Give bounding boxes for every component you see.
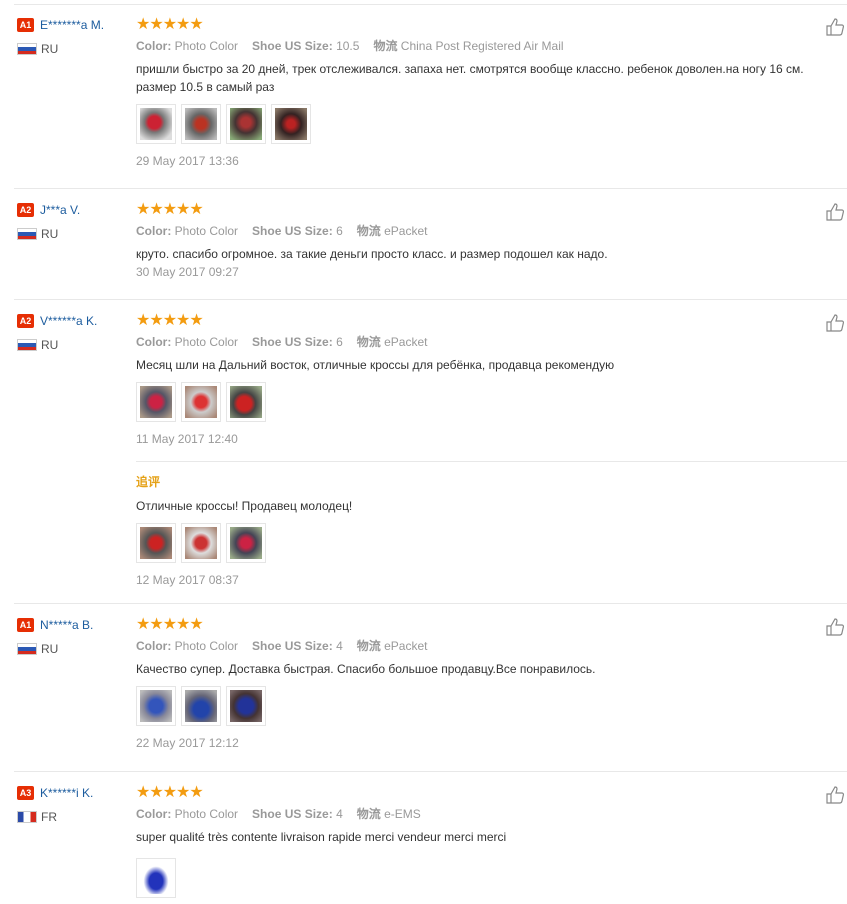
country-code: RU	[41, 641, 59, 656]
order-info: Color: Photo Color Shoe US Size: 6 物流 ePac…	[136, 335, 428, 349]
star-rating: ★★★★★	[136, 16, 204, 33]
review-text: Месяц шли на Дальний восток, отличные кр…	[136, 358, 615, 372]
like-thumb-icon[interactable]	[825, 617, 845, 637]
review-photo[interactable]	[136, 858, 176, 898]
ru-flag-icon	[17, 338, 37, 351]
append-date: 12 May 2017 08:37	[136, 573, 239, 587]
order-info: Color: Photo Color Shoe US Size: 4 物流 e-EM…	[136, 807, 421, 821]
review-photo[interactable]	[181, 382, 221, 422]
review-item: A2 J***a V. RU ★★★★★ Color: Photo Color Sh…	[0, 202, 847, 300]
ru-flag-icon	[17, 642, 37, 655]
buyer-level-badge: A1	[17, 617, 34, 632]
review-photos	[136, 104, 847, 144]
order-info: Color: Photo Color Shoe US Size: 6 物流 ePac…	[136, 224, 428, 238]
reviewer-info: A2 V******a K. RU	[17, 313, 132, 352]
review-text: super qualité très contente livraison ra…	[136, 830, 507, 844]
buyer-level-badge: A3	[17, 785, 34, 800]
order-info: Color: Photo Color Shoe US Size: 4 物流 ePac…	[136, 639, 428, 653]
reviewer-name[interactable]: J***a V.	[40, 203, 80, 217]
review-photo[interactable]	[226, 686, 266, 726]
review-date: 29 May 2017 13:36	[136, 154, 239, 168]
reviewer-info: A2 J***a V. RU	[17, 202, 132, 241]
top-divider	[14, 4, 847, 5]
fr-flag-icon	[17, 810, 37, 823]
review-item: A2 V******a K. RU ★★★★★ Color: Photo Colo…	[0, 313, 847, 604]
review-photo[interactable]	[226, 382, 266, 422]
review-photo[interactable]	[181, 523, 221, 563]
ru-flag-icon	[17, 227, 37, 240]
review-text-line2: размер 10.5 в самый раз	[136, 80, 275, 94]
like-thumb-icon[interactable]	[825, 785, 845, 805]
review-photo[interactable]	[136, 523, 176, 563]
review-item: A3 K******i K. FR ★★★★★ Color: Photo Colo…	[0, 785, 847, 904]
review-date: 22 May 2017 12:12	[136, 736, 239, 750]
review-item: A1 E*******a M. RU ★★★★★ Color: Photo Col…	[0, 17, 847, 189]
append-divider	[136, 461, 847, 462]
order-info: Color: Photo Color Shoe US Size: 10.5 物流 C…	[136, 39, 564, 53]
like-thumb-icon[interactable]	[825, 17, 845, 37]
reviewer-info: A3 K******i K. FR	[17, 785, 132, 824]
review-text: пришли быстро за 20 дней, трек отслежива…	[136, 62, 804, 76]
append-title: 追评	[136, 475, 161, 489]
ru-flag-icon	[17, 42, 37, 55]
star-rating: ★★★★★	[136, 201, 204, 218]
buyer-level-badge: A2	[17, 202, 34, 217]
append-text: Отличные кроссы! Продавец молодец!	[136, 499, 353, 513]
review-photo[interactable]	[136, 686, 176, 726]
review-text: круто. спасибо огромное. за такие деньги…	[136, 247, 608, 261]
review-photos	[136, 858, 847, 898]
review-photo[interactable]	[136, 104, 176, 144]
country-code: RU	[41, 226, 59, 241]
reviewer-info: A1 N*****a B. RU	[17, 617, 132, 656]
country-code: RU	[41, 337, 59, 352]
reviewer-name[interactable]: N*****a B.	[40, 618, 93, 632]
review-photos	[136, 686, 847, 726]
review-photo[interactable]	[226, 104, 266, 144]
like-thumb-icon[interactable]	[825, 202, 845, 222]
buyer-level-badge: A2	[17, 313, 34, 328]
country-code: FR	[41, 809, 57, 824]
review-photo[interactable]	[271, 104, 311, 144]
country-code: RU	[41, 41, 59, 56]
reviewer-name[interactable]: K******i K.	[40, 786, 93, 800]
append-photos	[136, 523, 847, 563]
like-thumb-icon[interactable]	[825, 313, 845, 333]
star-rating: ★★★★★	[136, 784, 204, 801]
reviewer-name[interactable]: E*******a M.	[40, 18, 104, 32]
review-date: 11 May 2017 12:40	[136, 432, 238, 446]
reviewer-info: A1 E*******a M. RU	[17, 17, 132, 56]
review-item: A1 N*****a B. RU ★★★★★ Color: Photo Color…	[0, 617, 847, 772]
review-photo[interactable]	[136, 382, 176, 422]
review-photo[interactable]	[181, 686, 221, 726]
buyer-level-badge: A1	[17, 17, 34, 32]
star-rating: ★★★★★	[136, 616, 204, 633]
star-rating: ★★★★★	[136, 312, 204, 329]
review-date: 30 May 2017 09:27	[136, 265, 239, 279]
reviewer-name[interactable]: V******a K.	[40, 314, 97, 328]
review-photo[interactable]	[226, 523, 266, 563]
review-text: Качество супер. Доставка быстрая. Спасиб…	[136, 662, 596, 676]
review-photo[interactable]	[181, 104, 221, 144]
review-photos	[136, 382, 847, 422]
append-review: 追评 Отличные кроссы! Продавец молодец! 12…	[136, 473, 847, 587]
